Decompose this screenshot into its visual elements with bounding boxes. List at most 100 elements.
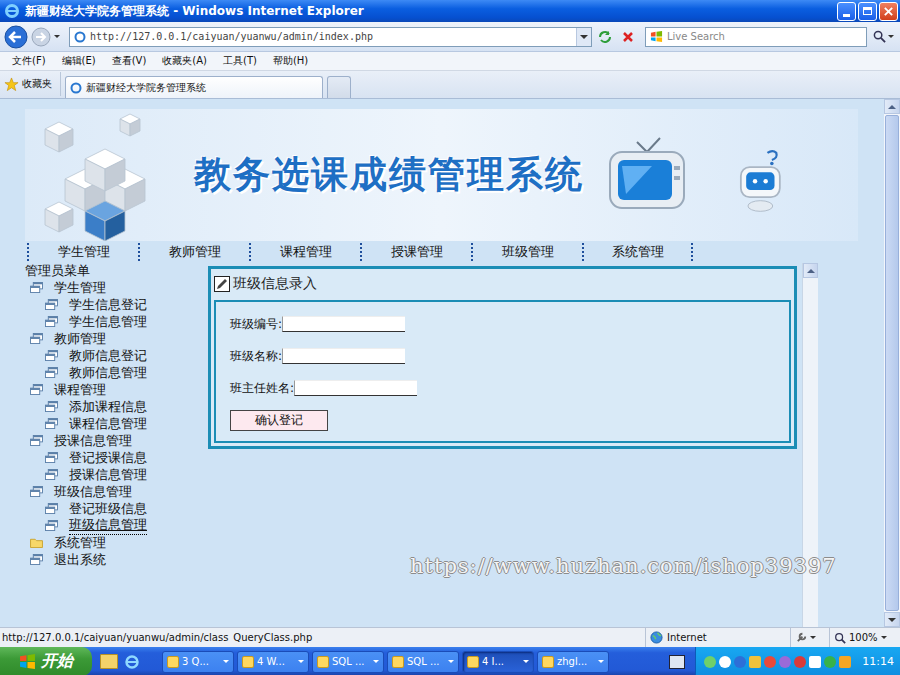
window-icon bbox=[30, 384, 43, 395]
menu-item[interactable]: 工具(T) bbox=[221, 54, 259, 68]
edit-icon bbox=[214, 276, 230, 292]
sidebar-item[interactable]: 学生信息登记 bbox=[25, 296, 207, 313]
menu-item[interactable]: 编辑(E) bbox=[60, 54, 98, 68]
sidebar-item[interactable]: 添加课程信息 bbox=[25, 398, 207, 415]
address-dropdown[interactable] bbox=[576, 28, 591, 46]
page-scrollbar[interactable] bbox=[884, 99, 900, 627]
keyboard-icon[interactable] bbox=[669, 655, 685, 669]
sidebar-item[interactable]: 登记授课信息 bbox=[25, 449, 207, 466]
sidebar-item[interactable]: 系统管理 bbox=[25, 534, 207, 551]
taskbar-button[interactable]: 4 I... bbox=[462, 651, 534, 673]
sidebar-item[interactable]: 班级信息管理 bbox=[25, 483, 207, 500]
screen: 新疆财经大学院务管理系统 - Windows Internet Explorer… bbox=[0, 0, 900, 675]
app-icon bbox=[317, 656, 329, 668]
zoom-control[interactable]: 100% bbox=[829, 628, 900, 647]
nav-item[interactable]: 班级管理 bbox=[471, 243, 582, 261]
menu-bar: 文件(F) 编辑(E) 查看(V) 收藏夹(A) 工具(T) 帮助(H) bbox=[0, 52, 900, 71]
taskbar-button[interactable]: SQL ... bbox=[312, 651, 384, 673]
tray-icon[interactable] bbox=[749, 656, 761, 668]
system-tray: 11:14 bbox=[695, 647, 900, 675]
app-icon bbox=[542, 656, 554, 668]
field-label: 班级编号: bbox=[230, 316, 282, 333]
text-input[interactable] bbox=[282, 316, 405, 332]
sidebar-item[interactable]: 课程信息管理 bbox=[25, 415, 207, 432]
sidebar-item[interactable]: 授课信息管理 bbox=[25, 466, 207, 483]
banner-title: 教务选课成绩管理系统 bbox=[194, 150, 584, 200]
tray-icon[interactable] bbox=[809, 656, 821, 668]
form-row: 班级名称: bbox=[230, 346, 775, 366]
menu-item[interactable]: 查看(V) bbox=[110, 54, 149, 68]
taskbar-button[interactable]: 3 Q... bbox=[162, 651, 234, 673]
magnifier-icon bbox=[873, 30, 886, 43]
form-panel: 班级信息录入班级编号:班级名称:班主任姓名:确认登记 bbox=[208, 266, 797, 449]
globe-icon bbox=[650, 631, 663, 644]
sidebar-item[interactable]: 登记班级信息 bbox=[25, 500, 207, 517]
ie-icon[interactable] bbox=[124, 654, 140, 670]
submit-button[interactable]: 确认登记 bbox=[230, 410, 328, 431]
maximize-button[interactable] bbox=[858, 2, 877, 21]
window-icon bbox=[30, 486, 43, 497]
search-field[interactable]: Live Search bbox=[645, 27, 867, 47]
text-input[interactable] bbox=[294, 380, 417, 396]
refresh-icon bbox=[597, 29, 613, 45]
back-arrow-icon bbox=[4, 25, 28, 49]
tray-icon[interactable] bbox=[719, 656, 731, 668]
title-bar: 新疆财经大学院务管理系统 - Windows Internet Explorer bbox=[0, 0, 900, 22]
tray-icon[interactable] bbox=[704, 656, 716, 668]
start-button[interactable]: 开始 bbox=[0, 647, 92, 675]
nav-item[interactable]: 学生管理 bbox=[27, 243, 138, 261]
app-icon bbox=[392, 656, 404, 668]
star-icon bbox=[4, 77, 19, 92]
address-field[interactable]: http://127.0.0.1/caiyuan/yuanwu/admin/in… bbox=[69, 27, 592, 47]
sidebar-item[interactable]: 班级信息管理 bbox=[25, 517, 207, 534]
tray-icon[interactable] bbox=[839, 656, 851, 668]
sidebar-item[interactable]: 退出系统 bbox=[25, 551, 207, 568]
sidebar-item[interactable]: 教师信息登记 bbox=[25, 347, 207, 364]
tray-icon[interactable] bbox=[794, 656, 806, 668]
clock: 11:14 bbox=[862, 655, 894, 668]
back-button[interactable] bbox=[4, 25, 28, 49]
new-tab-button[interactable] bbox=[327, 76, 351, 98]
text-input[interactable] bbox=[282, 348, 405, 364]
sidebar-item[interactable]: 教师信息管理 bbox=[25, 364, 207, 381]
search-button[interactable] bbox=[870, 27, 896, 47]
stop-button[interactable] bbox=[618, 27, 638, 47]
nav-item[interactable]: 授课管理 bbox=[360, 243, 471, 261]
sidebar-item[interactable]: 授课信息管理 bbox=[25, 432, 207, 449]
tray-icon[interactable] bbox=[824, 656, 836, 668]
tray-icon[interactable] bbox=[779, 656, 791, 668]
window-icon bbox=[45, 350, 58, 361]
menu-item[interactable]: 收藏夹(A) bbox=[160, 54, 209, 68]
taskbar-button[interactable]: 4 W... bbox=[237, 651, 309, 673]
window-icon bbox=[45, 299, 58, 310]
zoom-icon bbox=[834, 632, 846, 644]
nav-item[interactable]: 系统管理 bbox=[582, 243, 693, 261]
tab-bar: 收藏夹新疆财经大学院务管理系统 bbox=[0, 71, 900, 99]
menu-item[interactable]: 帮助(H) bbox=[271, 54, 310, 68]
stop-icon bbox=[620, 29, 636, 45]
taskbar-button[interactable]: zhgl... bbox=[537, 651, 609, 673]
sidebar-item[interactable]: 教师管理 bbox=[25, 330, 207, 347]
taskbar-button[interactable]: SQL ... bbox=[387, 651, 459, 673]
nav-item[interactable]: 教师管理 bbox=[138, 243, 249, 261]
sidebar-item[interactable]: 课程管理 bbox=[25, 381, 207, 398]
minimize-button[interactable] bbox=[837, 2, 856, 21]
nav-item[interactable]: 课程管理 bbox=[249, 243, 360, 261]
sidebar-item[interactable]: 学生信息管理 bbox=[25, 313, 207, 330]
browser-tab[interactable]: 新疆财经大学院务管理系统 bbox=[65, 76, 323, 98]
forward-button[interactable] bbox=[31, 27, 51, 47]
sidebar-item[interactable]: 学生管理 bbox=[25, 279, 207, 296]
favorites-button[interactable]: 收藏夹 bbox=[4, 72, 61, 96]
tray-icon[interactable] bbox=[764, 656, 776, 668]
protected-mode[interactable] bbox=[790, 628, 829, 647]
history-dropdown[interactable] bbox=[54, 35, 60, 38]
app-icon bbox=[467, 656, 479, 668]
explorer-icon[interactable] bbox=[100, 654, 118, 669]
menu-item[interactable]: 文件(F) bbox=[10, 54, 48, 68]
close-icon bbox=[883, 6, 894, 17]
windows-logo-icon bbox=[19, 653, 36, 670]
refresh-button[interactable] bbox=[595, 27, 615, 47]
field-label: 班级名称: bbox=[230, 348, 282, 365]
tray-icon[interactable] bbox=[734, 656, 746, 668]
close-button[interactable] bbox=[879, 2, 898, 21]
